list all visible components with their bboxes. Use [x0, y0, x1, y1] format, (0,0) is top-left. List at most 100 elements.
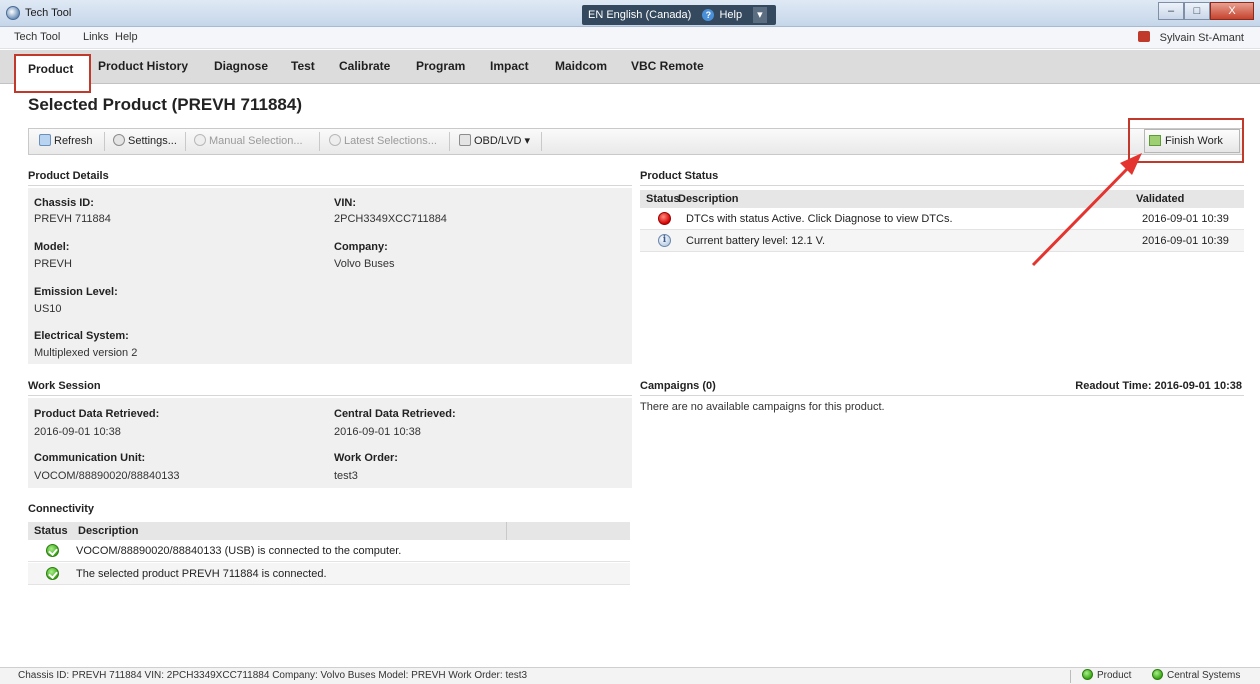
description-column: Description [678, 193, 739, 205]
central-data-value: 2016-09-01 10:38 [334, 426, 421, 438]
menu-links[interactable]: Links [83, 31, 109, 43]
connectivity-description: VOCOM/88890020/88840133 (USB) is connect… [76, 545, 402, 557]
product-details-header: Product Details [28, 168, 632, 186]
campaigns-title: Campaigns (0) [640, 380, 716, 392]
user-icon [1137, 31, 1150, 42]
refresh-button[interactable]: Refresh [39, 134, 93, 147]
close-button[interactable]: X [1210, 2, 1254, 20]
status-bar: Chassis ID: PREVH 711884 VIN: 2PCH3349XC… [0, 667, 1260, 684]
help-icon: ? [702, 9, 715, 21]
status-divider [1070, 670, 1071, 683]
emission-value: US10 [34, 303, 62, 315]
tab-calibrate[interactable]: Calibrate [339, 59, 390, 73]
check-icon [46, 567, 59, 580]
company-label: Company: [334, 241, 388, 253]
table-row[interactable]: The selected product PREVH 711884 is con… [28, 563, 630, 585]
emission-label: Emission Level: [34, 286, 118, 298]
product-data-value: 2016-09-01 10:38 [34, 426, 121, 438]
vin-label: VIN: [334, 197, 356, 209]
maximize-button[interactable]: □ [1184, 2, 1210, 20]
status-column: Status [34, 525, 68, 537]
validated-value: 2016-09-01 10:39 [1142, 213, 1229, 225]
user-name: Sylvain St-Amant [1159, 32, 1244, 44]
central-systems-indicator[interactable]: Central Systems [1152, 668, 1240, 684]
readout-time: Readout Time: 2016-09-01 10:38 [1075, 380, 1242, 392]
app-icon [6, 6, 20, 20]
toolbar-divider [319, 132, 320, 151]
work-order-label: Work Order: [334, 452, 398, 464]
connectivity-description: The selected product PREVH 711884 is con… [76, 568, 327, 580]
work-session-header: Work Session [28, 378, 632, 396]
toolbar: Refresh Settings... Manual Selection... … [28, 128, 1244, 155]
obd-icon [459, 134, 471, 146]
product-status-indicator[interactable]: Product [1082, 668, 1131, 684]
company-value: Volvo Buses [334, 258, 395, 270]
table-row[interactable]: i Current battery level: 12.1 V. 2016-09… [640, 230, 1244, 252]
product-status-header: Product Status [640, 168, 1244, 186]
tab-program[interactable]: Program [416, 59, 465, 73]
tab-vbc-remote[interactable]: VBC Remote [631, 59, 704, 73]
help-link[interactable]: Help [719, 9, 742, 21]
tab-product-history[interactable]: Product History [98, 59, 188, 73]
comm-unit-value: VOCOM/88890020/88840133 [34, 470, 180, 482]
tab-product[interactable]: Product [14, 54, 91, 93]
magnifier-icon [194, 134, 206, 146]
tab-maidcom[interactable]: Maidcom [555, 59, 607, 73]
model-value: PREVH [34, 258, 72, 270]
language-bar[interactable]: EN English (Canada) ? Help ▾ [582, 5, 776, 25]
menu-tech-tool[interactable]: Tech Tool [14, 31, 60, 43]
chevron-down-icon[interactable]: ▾ [753, 7, 767, 23]
toolbar-divider [185, 132, 186, 151]
manual-selection-button[interactable]: Manual Selection... [194, 134, 303, 147]
status-column: Status [646, 193, 680, 205]
finish-work-button[interactable]: Finish Work [1144, 129, 1240, 153]
check-icon [46, 544, 59, 557]
title-bar: Tech Tool EN English (Canada) ? Help ▾ –… [0, 0, 1260, 27]
user-menu[interactable]: Sylvain St-Amant [1137, 31, 1244, 44]
latest-selections-button[interactable]: Latest Selections... [329, 134, 437, 147]
menu-bar: Tech Tool Links Help Sylvain St-Amant [0, 27, 1260, 49]
main-tabs: Product Product History Diagnose Test Ca… [0, 50, 1260, 93]
model-label: Model: [34, 241, 70, 253]
connectivity-table-header: Status Description [28, 522, 630, 540]
check-icon [1082, 669, 1093, 680]
product-data-label: Product Data Retrieved: [34, 408, 160, 420]
language-label[interactable]: EN English (Canada) [588, 9, 691, 21]
chassis-id-value: PREVH 711884 [34, 213, 111, 225]
info-icon: i [658, 234, 671, 247]
minimize-button[interactable]: – [1158, 2, 1184, 20]
error-icon [658, 212, 671, 225]
tab-diagnose[interactable]: Diagnose [214, 59, 268, 73]
menu-help[interactable]: Help [115, 31, 138, 43]
connectivity-header: Connectivity [28, 503, 95, 515]
campaigns-header: Campaigns (0) Readout Time: 2016-09-01 1… [640, 378, 1244, 396]
toolbar-divider [541, 132, 542, 151]
refresh-icon [39, 134, 51, 146]
electrical-value: Multiplexed version 2 [34, 347, 138, 359]
validated-value: 2016-09-01 10:39 [1142, 235, 1229, 247]
check-icon [1152, 669, 1163, 680]
campaigns-message: There are no available campaigns for thi… [640, 401, 885, 413]
clock-icon [329, 134, 341, 146]
obd-lvd-dropdown[interactable]: OBD/LVD ▾ [459, 134, 530, 147]
column-divider [506, 522, 507, 540]
tab-impact[interactable]: Impact [490, 59, 529, 73]
validated-column: Validated [1136, 193, 1185, 205]
finish-icon [1149, 135, 1161, 146]
status-description: Current battery level: 12.1 V. [686, 235, 826, 247]
comm-unit-label: Communication Unit: [34, 452, 146, 464]
status-bar-info: Chassis ID: PREVH 711884 VIN: 2PCH3349XC… [18, 670, 528, 681]
table-row[interactable]: DTCs with status Active. Click Diagnose … [640, 208, 1244, 230]
status-description: DTCs with status Active. Click Diagnose … [686, 213, 953, 225]
vin-value: 2PCH3349XCC711884 [334, 213, 447, 225]
toolbar-divider [104, 132, 105, 151]
table-row[interactable]: VOCOM/88890020/88840133 (USB) is connect… [28, 540, 630, 562]
electrical-label: Electrical System: [34, 330, 129, 342]
chassis-id-label: Chassis ID: [34, 197, 94, 209]
gear-icon [113, 134, 125, 146]
page-title: Selected Product (PREVH 711884) [28, 95, 303, 114]
work-order-value: test3 [334, 470, 358, 482]
product-status-table-header: Status Description Validated [640, 190, 1244, 208]
settings-button[interactable]: Settings... [113, 134, 177, 147]
tab-test[interactable]: Test [291, 59, 315, 73]
